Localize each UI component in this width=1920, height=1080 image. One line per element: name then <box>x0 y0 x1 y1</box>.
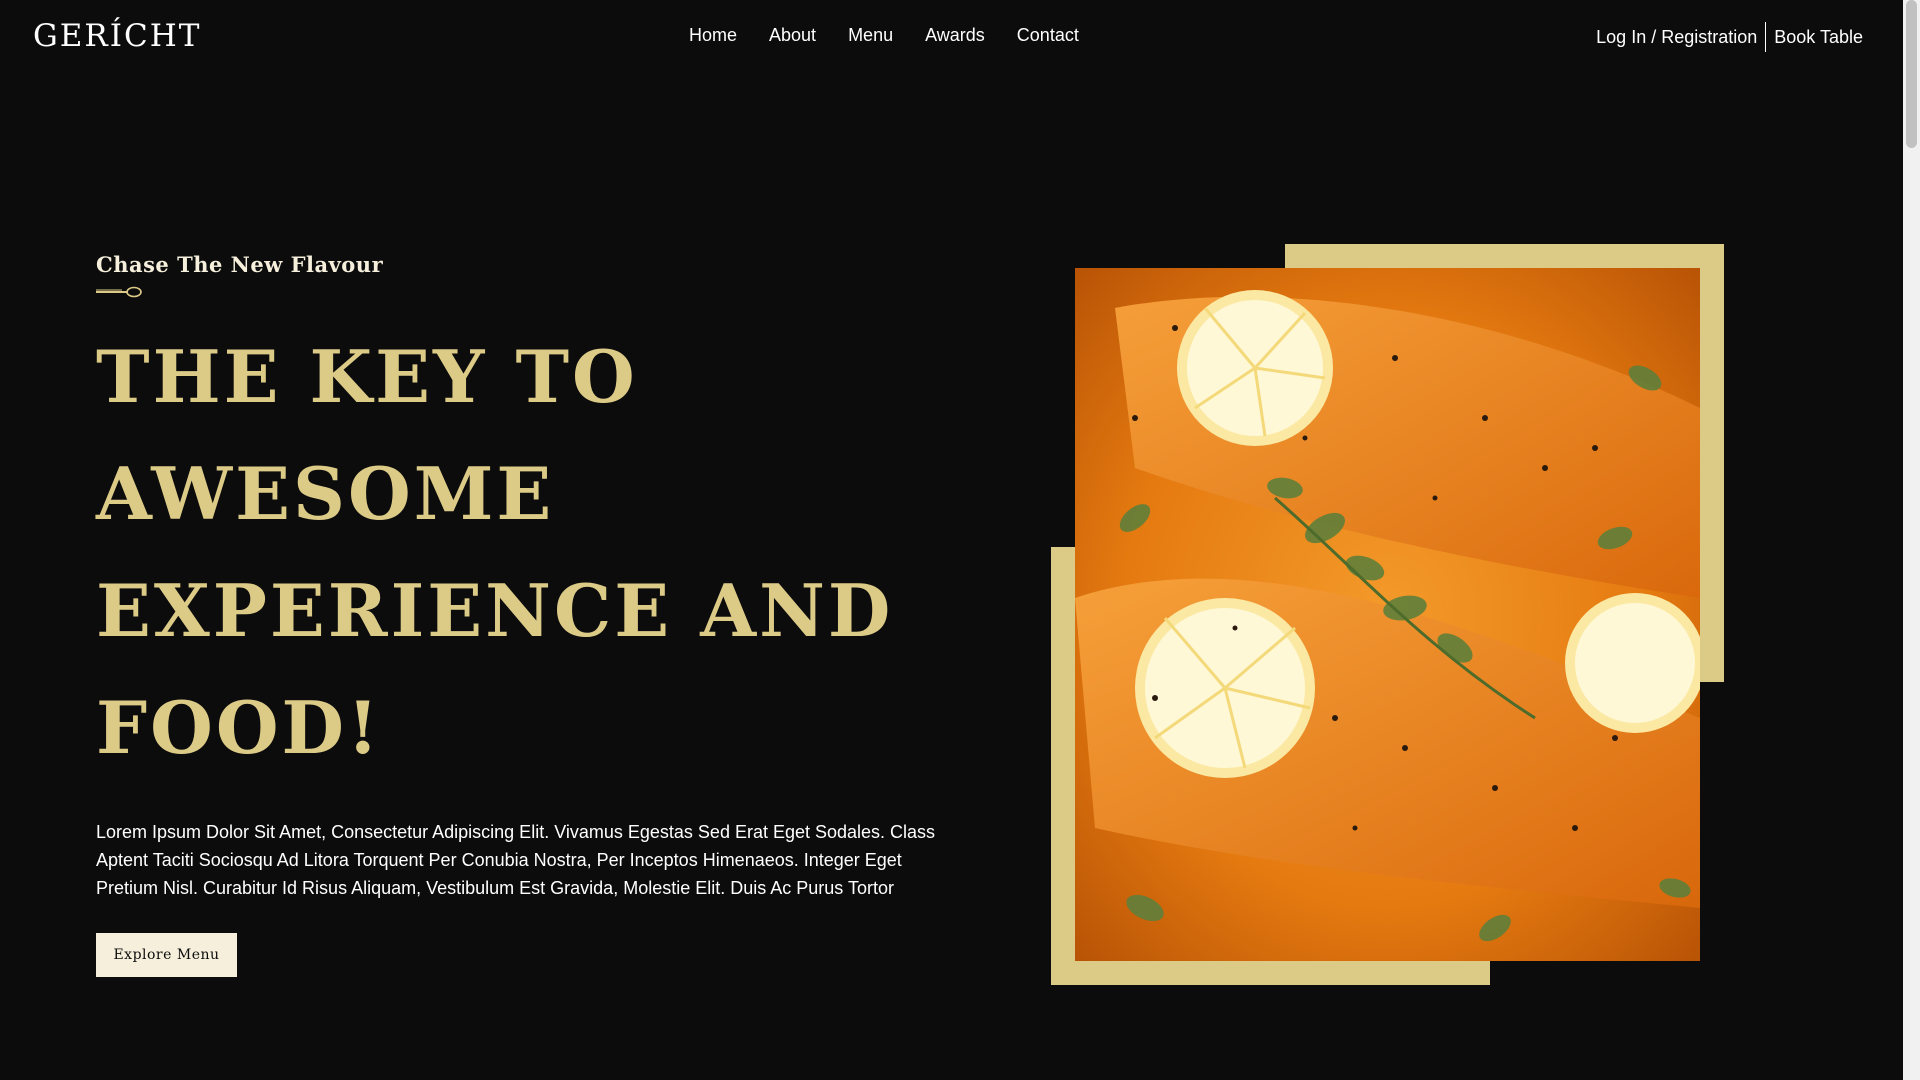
nav-link-contact[interactable]: Contact <box>1017 25 1079 46</box>
hero-description: Lorem Ipsum Dolor Sit Amet, Consectetur … <box>96 822 936 898</box>
headline-line: FOOD! <box>96 685 382 770</box>
nav-divider <box>1765 22 1767 52</box>
nav-link-about[interactable]: About <box>769 25 816 46</box>
headline-line: THE KEY TO <box>96 334 638 419</box>
nav-right: Log In / Registration Book Table <box>1596 22 1903 52</box>
scrollbar[interactable] <box>1903 0 1920 1080</box>
headline-line: AWESOME <box>96 451 555 536</box>
nav-link-awards[interactable]: Awards <box>925 25 985 46</box>
hero-headline: THE KEY TO AWESOME EXPERIENCE AND FOOD! <box>96 318 893 786</box>
scrollbar-thumb[interactable] <box>1906 0 1917 148</box>
hero-food-image <box>1075 268 1700 961</box>
headline-line: EXPERIENCE AND <box>96 568 894 653</box>
book-table-link[interactable]: Book Table <box>1774 27 1863 48</box>
explore-menu-button[interactable]: Explore Menu <box>96 933 237 977</box>
nav-link-menu[interactable]: Menu <box>848 25 893 46</box>
navbar: GERÍCHT Home About Menu Awards Contact L… <box>0 0 1903 74</box>
nav-link-home[interactable]: Home <box>689 25 737 46</box>
nav-links: Home About Menu Awards Contact <box>689 25 1111 46</box>
hero-subtitle: Chase The New Flavour <box>96 252 384 277</box>
logo[interactable]: GERÍCHT <box>33 18 201 54</box>
login-link[interactable]: Log In / Registration <box>1596 27 1765 48</box>
spoon-icon <box>96 286 142 298</box>
